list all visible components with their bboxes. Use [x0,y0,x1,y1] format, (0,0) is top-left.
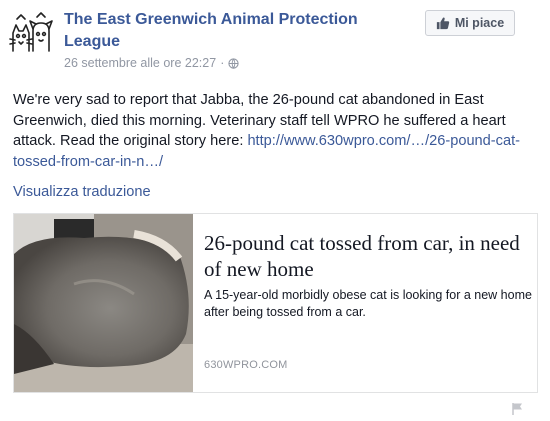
flag-icon[interactable] [511,402,525,416]
page-logo[interactable] [9,11,53,55]
cat-photo [14,214,193,392]
meta-separator: · [220,56,225,70]
link-preview-card[interactable]: 26-pound cat tossed from car, in need of… [13,213,538,393]
post-timestamp[interactable]: 26 settembre alle ore 22:27 [64,56,216,70]
link-card-title: 26-pound cat tossed from car, in need of… [204,231,520,281]
globe-icon[interactable] [228,57,239,69]
like-page-button[interactable]: Mi piace [425,10,515,36]
link-card-domain: 630WPRO.COM [204,359,288,371]
link-card-description: A 15-year-old morbidly obese cat is look… [204,288,532,319]
post-meta: 26 settembre alle ore 22:27 · [64,56,239,70]
post-message: We're very sad to report that Jabba, the… [13,90,538,172]
page-name-link[interactable]: The East Greenwich Animal Protection Lea… [64,9,364,53]
facebook-post: The East Greenwich Animal Protection Lea… [0,0,550,421]
see-translation-link[interactable]: Visualizza traduzione [13,184,151,200]
like-button-label: Mi piace [454,16,505,30]
thumbs-up-icon [436,17,450,30]
